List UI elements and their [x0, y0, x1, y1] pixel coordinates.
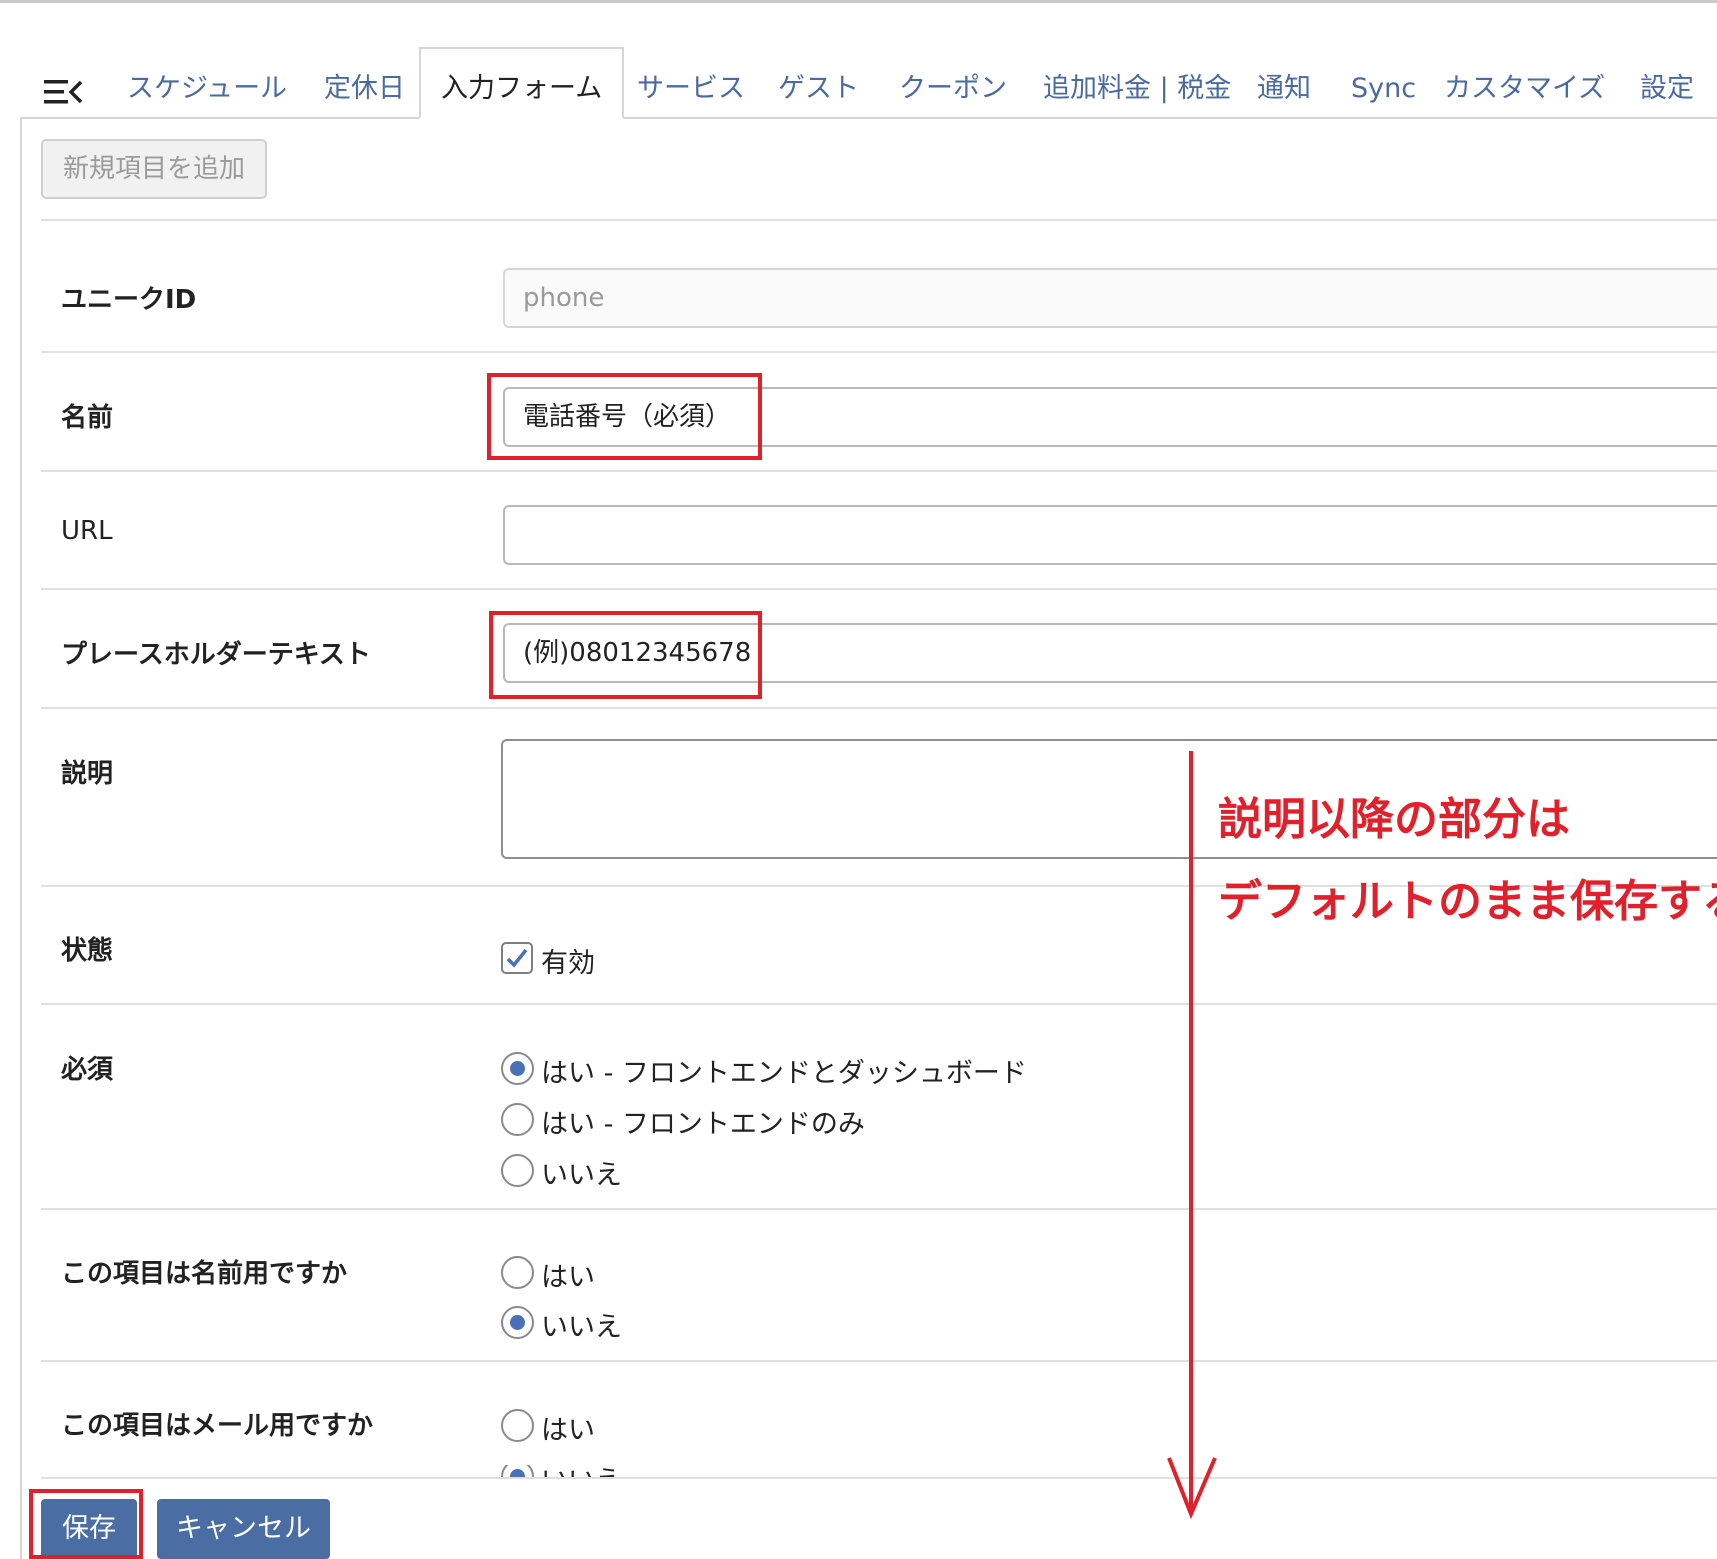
- form-editor-screen: スケジュール 定休日 入力フォーム サービス ゲスト クーポン 追加料金 | 税…: [0, 0, 1717, 1559]
- down-arrow-annotation: [1167, 751, 1217, 1520]
